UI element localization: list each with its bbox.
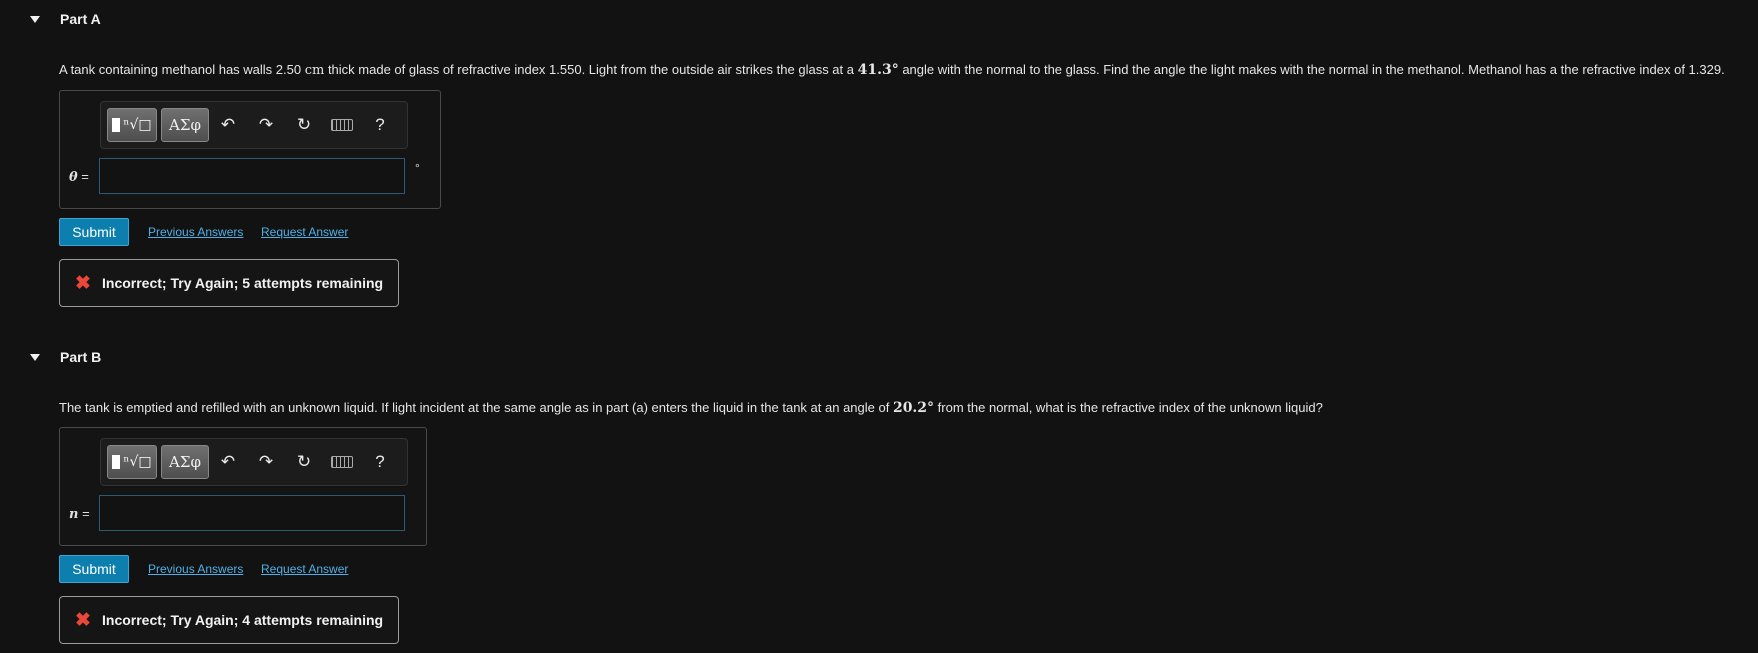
collapse-caret-icon[interactable] <box>30 15 40 23</box>
part-b-answer-box: ⁿ√□ ΑΣφ ↶ ↷ ↻ ? n = <box>59 427 427 546</box>
part-a-answer-input[interactable] <box>99 158 405 194</box>
template-square-icon <box>112 455 121 469</box>
keyboard-button[interactable] <box>323 108 361 142</box>
part-b-header[interactable]: Part B <box>30 347 101 367</box>
help-button[interactable]: ? <box>361 108 399 142</box>
part-b-title: Part B <box>60 349 102 365</box>
collapse-caret-icon[interactable] <box>30 353 40 361</box>
part-b-previous-answers-link[interactable]: Previous Answers <box>148 562 243 576</box>
part-a-feedback: ✖ Incorrect; Try Again; 5 attempts remai… <box>59 259 399 307</box>
part-b-request-answer-link[interactable]: Request Answer <box>261 562 348 576</box>
undo-icon[interactable]: ↶ <box>209 445 247 479</box>
help-button[interactable]: ? <box>361 445 399 479</box>
radical-icon: ⁿ√□ <box>123 117 152 133</box>
reset-icon[interactable]: ↻ <box>285 108 323 142</box>
part-b-question: The tank is emptied and refilled with an… <box>59 400 1323 416</box>
part-a-question: A tank containing methanol has walls 2.5… <box>59 62 1725 78</box>
part-a-submit-button[interactable]: Submit <box>59 218 129 246</box>
greek-symbols-button[interactable]: ΑΣφ <box>161 108 209 142</box>
part-b-submit-button[interactable]: Submit <box>59 555 129 583</box>
part-a-request-answer-link[interactable]: Request Answer <box>261 225 348 239</box>
template-square-icon <box>112 118 121 132</box>
part-b-answer-label: n = <box>69 506 90 522</box>
part-a-answer-label: θ = <box>69 169 89 185</box>
degree-unit: ° <box>415 161 420 175</box>
part-b-answer-input[interactable] <box>99 495 405 531</box>
part-b-feedback-text: Incorrect; Try Again; 4 attempts remaini… <box>102 612 384 628</box>
radical-icon: ⁿ√□ <box>123 454 152 470</box>
keyboard-icon <box>331 456 353 468</box>
redo-icon[interactable]: ↷ <box>247 108 285 142</box>
part-a-feedback-text: Incorrect; Try Again; 5 attempts remaini… <box>102 275 384 291</box>
part-a-title: Part A <box>60 11 101 27</box>
greek-symbols-button[interactable]: ΑΣφ <box>161 445 209 479</box>
templates-button[interactable]: ⁿ√□ <box>107 445 157 479</box>
part-a-header[interactable]: Part A <box>30 9 101 29</box>
redo-icon[interactable]: ↷ <box>247 445 285 479</box>
incorrect-x-icon: ✖ <box>75 609 91 631</box>
incorrect-x-icon: ✖ <box>75 272 91 294</box>
part-b-math-toolbar: ⁿ√□ ΑΣφ ↶ ↷ ↻ ? <box>100 438 408 486</box>
keyboard-icon <box>331 119 353 131</box>
part-a-answer-box: ⁿ√□ ΑΣφ ↶ ↷ ↻ ? θ = ° <box>59 90 441 209</box>
part-b-feedback: ✖ Incorrect; Try Again; 4 attempts remai… <box>59 596 399 644</box>
reset-icon[interactable]: ↻ <box>285 445 323 479</box>
part-a-previous-answers-link[interactable]: Previous Answers <box>148 225 243 239</box>
templates-button[interactable]: ⁿ√□ <box>107 108 157 142</box>
undo-icon[interactable]: ↶ <box>209 108 247 142</box>
part-a-math-toolbar: ⁿ√□ ΑΣφ ↶ ↷ ↻ ? <box>100 101 408 149</box>
keyboard-button[interactable] <box>323 445 361 479</box>
